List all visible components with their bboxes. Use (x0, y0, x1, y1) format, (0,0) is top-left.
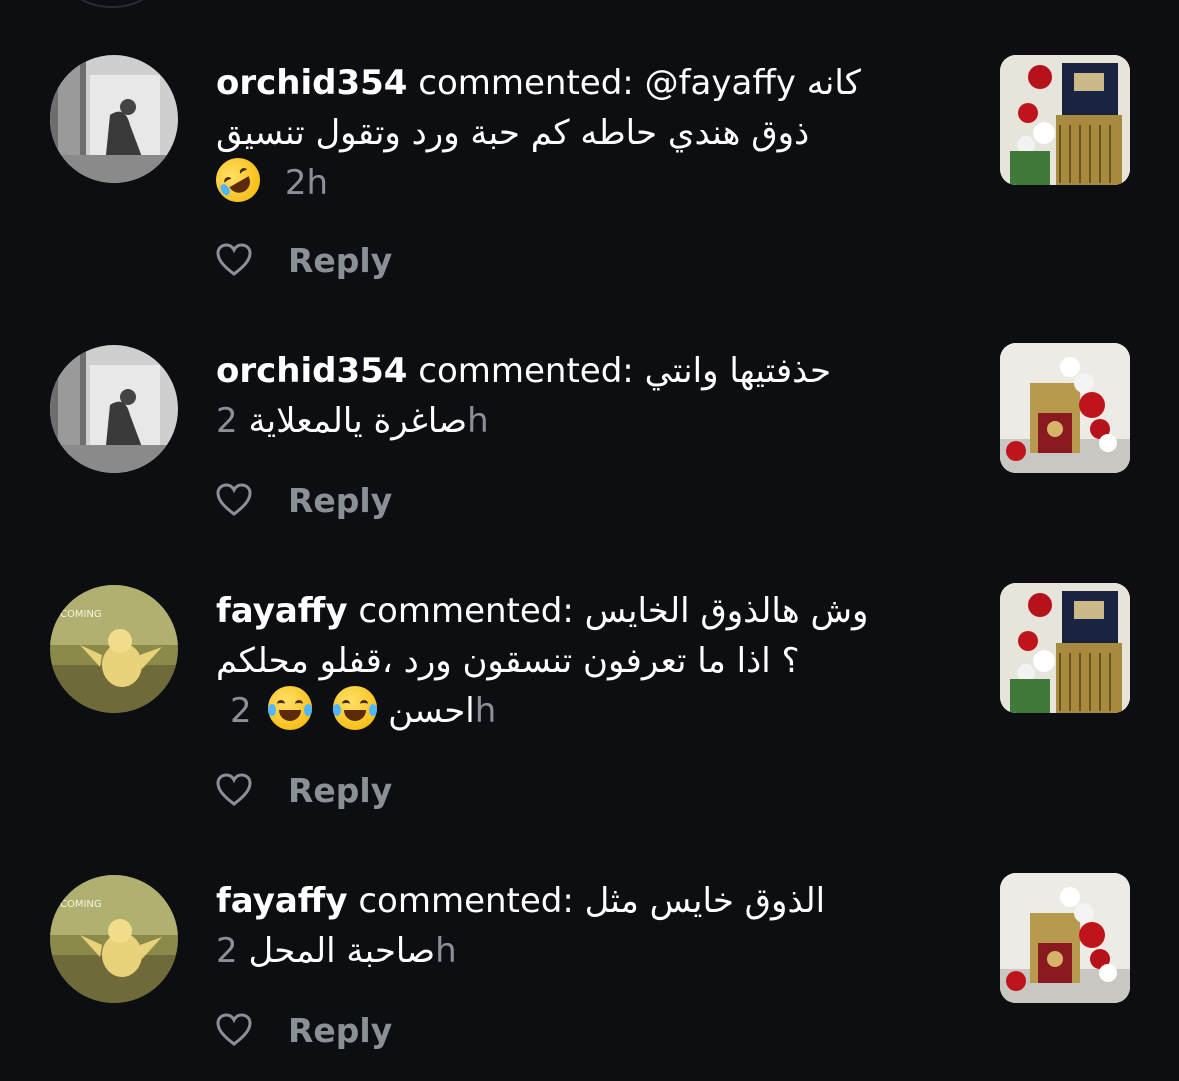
timestamp: 2h (284, 163, 328, 203)
comment-line1: وش هالذوق الخايس (584, 591, 869, 631)
comment-line2: صاحبة المحل (248, 931, 436, 971)
verb: commented: (358, 591, 574, 631)
username[interactable]: fayaffy (216, 881, 348, 921)
reply-row: Reply (216, 770, 392, 810)
comment-line3: احسن (388, 691, 475, 731)
username[interactable]: orchid354 (216, 351, 407, 391)
comment-line1: كانه (806, 63, 861, 103)
username[interactable]: fayaffy (216, 591, 348, 631)
face-with-tears-of-joy-icon (268, 686, 313, 730)
avatar[interactable]: COMING (50, 875, 178, 1003)
reply-button[interactable]: Reply (288, 481, 392, 520)
reply-row: Reply (216, 1010, 392, 1050)
reply-row: Reply (216, 240, 392, 280)
comment-text: orchid354 commented: حذفتيها وانتي صاغرة… (216, 346, 946, 446)
face-with-tears-of-joy-icon (333, 686, 378, 730)
post-thumbnail[interactable] (1000, 343, 1130, 473)
comment-line1: حذفتيها وانتي (644, 351, 831, 391)
username[interactable]: orchid354 (216, 63, 407, 103)
comment-text: fayaffy commented: وش هالذوق الخايس ؟ اذ… (216, 586, 946, 736)
reply-button[interactable]: Reply (288, 1011, 392, 1050)
heart-icon[interactable] (216, 773, 252, 807)
rolling-on-floor-laughing-icon (207, 149, 269, 211)
post-thumbnail[interactable] (1000, 873, 1130, 1003)
post-thumbnail[interactable] (1000, 55, 1130, 185)
verb: commented: (358, 881, 574, 921)
comment-text: orchid354 commented: @fayaffy كانه ذوق ه… (207, 58, 946, 211)
heart-icon[interactable] (216, 483, 252, 517)
reply-button[interactable]: Reply (288, 241, 392, 280)
comment-line2: ذوق هندي حاطه كم حبة ورد وتقول تنسيق (216, 113, 810, 153)
reply-button[interactable]: Reply (288, 771, 392, 810)
avatar[interactable] (50, 345, 178, 473)
comment-line1: الذوق خايس مثل (584, 881, 826, 921)
comment-line2: ؟ اذا ما تعرفون تنسقون ورد ،قفلو محلكم (216, 641, 800, 681)
verb: commented: (418, 351, 634, 391)
verb: commented: (418, 63, 634, 103)
heart-icon[interactable] (216, 1013, 252, 1047)
svg-text:COMING: COMING (60, 899, 102, 910)
post-thumbnail[interactable] (1000, 583, 1130, 713)
svg-text:COMING: COMING (60, 609, 102, 620)
mention[interactable]: @fayaffy (645, 63, 796, 103)
previous-avatar-edge (70, 0, 154, 8)
comment-text: fayaffy commented: الذوق خايس مثل صاحبة … (216, 876, 946, 976)
comment-line2: صاغرة يالمعلاية (248, 401, 468, 441)
avatar[interactable]: COMING (50, 585, 178, 713)
heart-icon[interactable] (216, 243, 252, 277)
reply-row: Reply (216, 480, 392, 520)
avatar[interactable] (50, 55, 178, 183)
